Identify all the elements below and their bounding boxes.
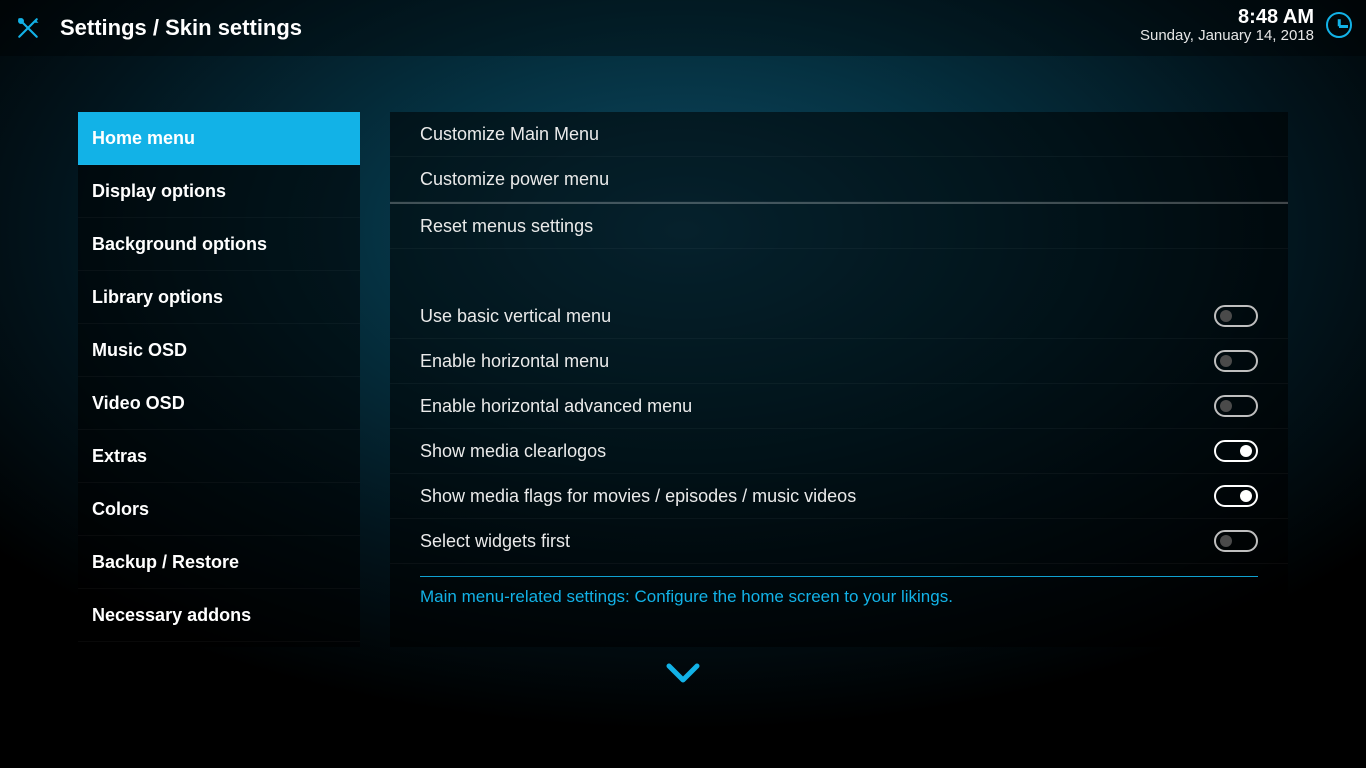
sidebar-item-display-options[interactable]: Display options xyxy=(78,165,360,218)
spacer xyxy=(390,249,1288,294)
toggle-switch[interactable] xyxy=(1214,395,1258,417)
setting-label: Show media flags for movies / episodes /… xyxy=(420,486,856,507)
setting-enable-horizontal-menu[interactable]: Enable horizontal menu xyxy=(390,339,1288,384)
toggle-knob xyxy=(1220,400,1232,412)
clock-icon xyxy=(1326,12,1352,38)
action-customize-main-menu[interactable]: Customize Main Menu xyxy=(390,112,1288,157)
panel-description: Main menu-related settings: Configure th… xyxy=(390,577,1288,607)
action-label: Customize Main Menu xyxy=(420,124,599,145)
toggle-switch[interactable] xyxy=(1214,440,1258,462)
sidebar-item-background-options[interactable]: Background options xyxy=(78,218,360,271)
setting-show-media-flags-for-movies-episodes-music-videos[interactable]: Show media flags for movies / episodes /… xyxy=(390,474,1288,519)
sidebar-item-label: Video OSD xyxy=(92,393,185,414)
clock-text: 8:48 AM Sunday, January 14, 2018 xyxy=(1140,6,1314,45)
settings-sidebar: Home menu Display options Background optio… xyxy=(78,112,360,647)
clock-date: Sunday, January 14, 2018 xyxy=(1140,28,1314,45)
sidebar-item-home-menu[interactable]: Home menu xyxy=(78,112,360,165)
toggle-switch[interactable] xyxy=(1214,305,1258,327)
setting-use-basic-vertical-menu[interactable]: Use basic vertical menu xyxy=(390,294,1288,339)
action-customize-power-menu[interactable]: Customize power menu xyxy=(390,157,1288,202)
action-reset-menus-settings[interactable]: Reset menus settings xyxy=(390,204,1288,249)
toggle-knob xyxy=(1220,310,1232,322)
setting-select-widgets-first[interactable]: Select widgets first xyxy=(390,519,1288,564)
clock-time: 8:48 AM xyxy=(1140,6,1314,28)
toggle-switch[interactable] xyxy=(1214,530,1258,552)
toggle-knob xyxy=(1220,535,1232,547)
action-label: Reset menus settings xyxy=(420,216,593,237)
sidebar-item-label: Necessary addons xyxy=(92,605,251,626)
description-divider xyxy=(420,576,1258,577)
setting-label: Use basic vertical menu xyxy=(420,306,611,327)
toggle-switch[interactable] xyxy=(1214,485,1258,507)
toggle-knob xyxy=(1220,355,1232,367)
setting-label: Select widgets first xyxy=(420,531,570,552)
sidebar-item-library-options[interactable]: Library options xyxy=(78,271,360,324)
sidebar-item-music-osd[interactable]: Music OSD xyxy=(78,324,360,377)
scroll-down-button[interactable] xyxy=(663,662,703,686)
action-label: Customize power menu xyxy=(420,169,609,190)
sidebar-item-necessary-addons[interactable]: Necessary addons xyxy=(78,589,360,642)
breadcrumb: Settings / Skin settings xyxy=(60,15,302,41)
header-bar: Settings / Skin settings 8:48 AM Sunday,… xyxy=(0,0,1366,56)
sidebar-item-colors[interactable]: Colors xyxy=(78,483,360,536)
sidebar-item-label: Backup / Restore xyxy=(92,552,239,573)
setting-label: Show media clearlogos xyxy=(420,441,606,462)
sidebar-item-label: Colors xyxy=(92,499,149,520)
sidebar-item-extras[interactable]: Extras xyxy=(78,430,360,483)
sidebar-item-label: Display options xyxy=(92,181,226,202)
sidebar-item-label: Library options xyxy=(92,287,223,308)
toggle-switch[interactable] xyxy=(1214,350,1258,372)
settings-panel: Customize Main Menu Customize power menu R… xyxy=(390,112,1288,647)
sidebar-item-label: Home menu xyxy=(92,128,195,149)
setting-enable-horizontal-advanced-menu[interactable]: Enable horizontal advanced menu xyxy=(390,384,1288,429)
toggle-knob xyxy=(1240,445,1252,457)
sidebar-item-label: Music OSD xyxy=(92,340,187,361)
setting-label: Enable horizontal advanced menu xyxy=(420,396,692,417)
setting-label: Enable horizontal menu xyxy=(420,351,609,372)
setting-show-media-clearlogos[interactable]: Show media clearlogos xyxy=(390,429,1288,474)
sidebar-item-label: Extras xyxy=(92,446,147,467)
sidebar-item-video-osd[interactable]: Video OSD xyxy=(78,377,360,430)
app-logo-icon xyxy=(14,14,42,42)
toggle-knob xyxy=(1240,490,1252,502)
sidebar-item-backup-restore[interactable]: Backup / Restore xyxy=(78,536,360,589)
sidebar-item-label: Background options xyxy=(92,234,267,255)
